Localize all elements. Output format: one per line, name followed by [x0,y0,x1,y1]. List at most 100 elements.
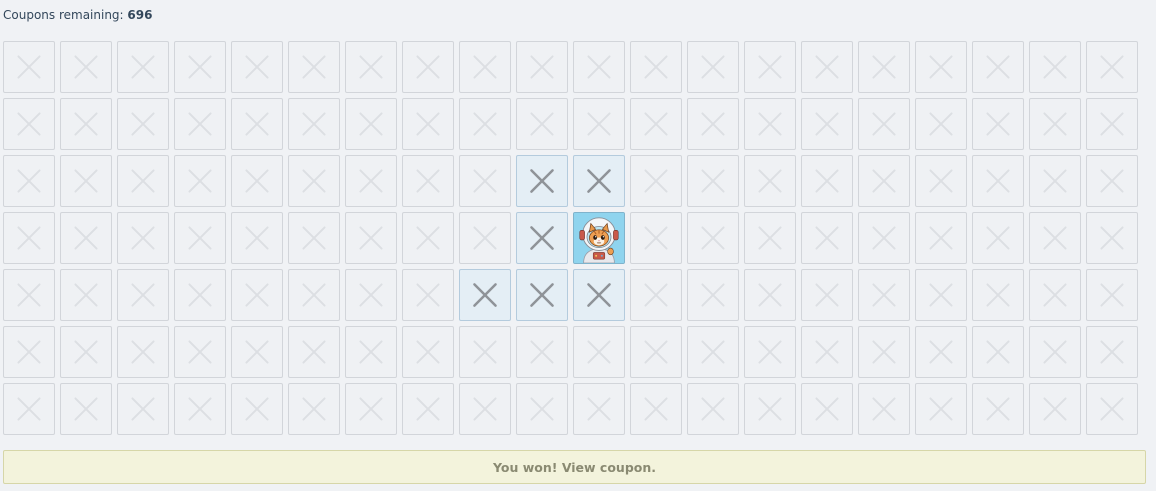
hidden-tile[interactable] [60,155,112,207]
hidden-tile[interactable] [687,212,739,264]
hidden-tile[interactable] [1086,383,1138,435]
hidden-tile[interactable] [402,326,454,378]
hidden-tile[interactable] [573,41,625,93]
hidden-tile[interactable] [1086,269,1138,321]
hidden-tile[interactable] [516,41,568,93]
hidden-tile[interactable] [687,326,739,378]
hidden-tile[interactable] [744,212,796,264]
hidden-tile[interactable] [972,326,1024,378]
hidden-tile[interactable] [402,98,454,150]
hidden-tile[interactable] [117,41,169,93]
hidden-tile[interactable] [174,326,226,378]
hidden-tile[interactable] [801,41,853,93]
hidden-tile[interactable] [60,269,112,321]
hidden-tile[interactable] [915,98,967,150]
hidden-tile[interactable] [345,155,397,207]
hidden-tile[interactable] [459,326,511,378]
revealed-tile[interactable] [516,212,568,264]
hidden-tile[interactable] [915,269,967,321]
hidden-tile[interactable] [1029,41,1081,93]
hidden-tile[interactable] [288,212,340,264]
hidden-tile[interactable] [1029,212,1081,264]
hidden-tile[interactable] [801,155,853,207]
view-coupon-button[interactable]: You won! View coupon. [3,450,1146,484]
hidden-tile[interactable] [459,383,511,435]
hidden-tile[interactable] [516,383,568,435]
hidden-tile[interactable] [687,155,739,207]
prize-tile[interactable] [573,212,625,264]
hidden-tile[interactable] [1086,155,1138,207]
hidden-tile[interactable] [345,326,397,378]
hidden-tile[interactable] [630,155,682,207]
hidden-tile[interactable] [231,383,283,435]
hidden-tile[interactable] [972,212,1024,264]
hidden-tile[interactable] [1086,212,1138,264]
hidden-tile[interactable] [60,98,112,150]
hidden-tile[interactable] [288,155,340,207]
hidden-tile[interactable] [516,326,568,378]
hidden-tile[interactable] [345,212,397,264]
hidden-tile[interactable] [3,383,55,435]
hidden-tile[interactable] [858,98,910,150]
hidden-tile[interactable] [516,98,568,150]
hidden-tile[interactable] [744,155,796,207]
hidden-tile[interactable] [630,326,682,378]
hidden-tile[interactable] [573,98,625,150]
hidden-tile[interactable] [345,41,397,93]
revealed-tile[interactable] [516,155,568,207]
hidden-tile[interactable] [744,41,796,93]
hidden-tile[interactable] [459,98,511,150]
hidden-tile[interactable] [915,326,967,378]
hidden-tile[interactable] [402,41,454,93]
hidden-tile[interactable] [117,383,169,435]
revealed-tile[interactable] [516,269,568,321]
hidden-tile[interactable] [630,383,682,435]
hidden-tile[interactable] [1029,383,1081,435]
hidden-tile[interactable] [60,41,112,93]
hidden-tile[interactable] [288,41,340,93]
hidden-tile[interactable] [915,155,967,207]
hidden-tile[interactable] [801,326,853,378]
hidden-tile[interactable] [1086,98,1138,150]
hidden-tile[interactable] [459,41,511,93]
hidden-tile[interactable] [3,98,55,150]
hidden-tile[interactable] [1029,98,1081,150]
revealed-tile[interactable] [459,269,511,321]
hidden-tile[interactable] [402,212,454,264]
hidden-tile[interactable] [744,269,796,321]
hidden-tile[interactable] [288,98,340,150]
hidden-tile[interactable] [402,269,454,321]
hidden-tile[interactable] [231,41,283,93]
hidden-tile[interactable] [3,212,55,264]
hidden-tile[interactable] [60,383,112,435]
hidden-tile[interactable] [858,269,910,321]
revealed-tile[interactable] [573,269,625,321]
hidden-tile[interactable] [630,41,682,93]
hidden-tile[interactable] [858,155,910,207]
hidden-tile[interactable] [972,383,1024,435]
hidden-tile[interactable] [972,269,1024,321]
hidden-tile[interactable] [117,269,169,321]
hidden-tile[interactable] [3,326,55,378]
hidden-tile[interactable] [687,269,739,321]
hidden-tile[interactable] [231,155,283,207]
hidden-tile[interactable] [231,212,283,264]
hidden-tile[interactable] [402,155,454,207]
hidden-tile[interactable] [687,98,739,150]
hidden-tile[interactable] [858,212,910,264]
hidden-tile[interactable] [1086,326,1138,378]
hidden-tile[interactable] [117,155,169,207]
hidden-tile[interactable] [972,155,1024,207]
hidden-tile[interactable] [288,269,340,321]
hidden-tile[interactable] [60,326,112,378]
hidden-tile[interactable] [231,98,283,150]
hidden-tile[interactable] [345,98,397,150]
hidden-tile[interactable] [573,326,625,378]
hidden-tile[interactable] [744,98,796,150]
hidden-tile[interactable] [3,269,55,321]
hidden-tile[interactable] [402,383,454,435]
hidden-tile[interactable] [858,326,910,378]
hidden-tile[interactable] [174,383,226,435]
hidden-tile[interactable] [288,383,340,435]
hidden-tile[interactable] [801,98,853,150]
